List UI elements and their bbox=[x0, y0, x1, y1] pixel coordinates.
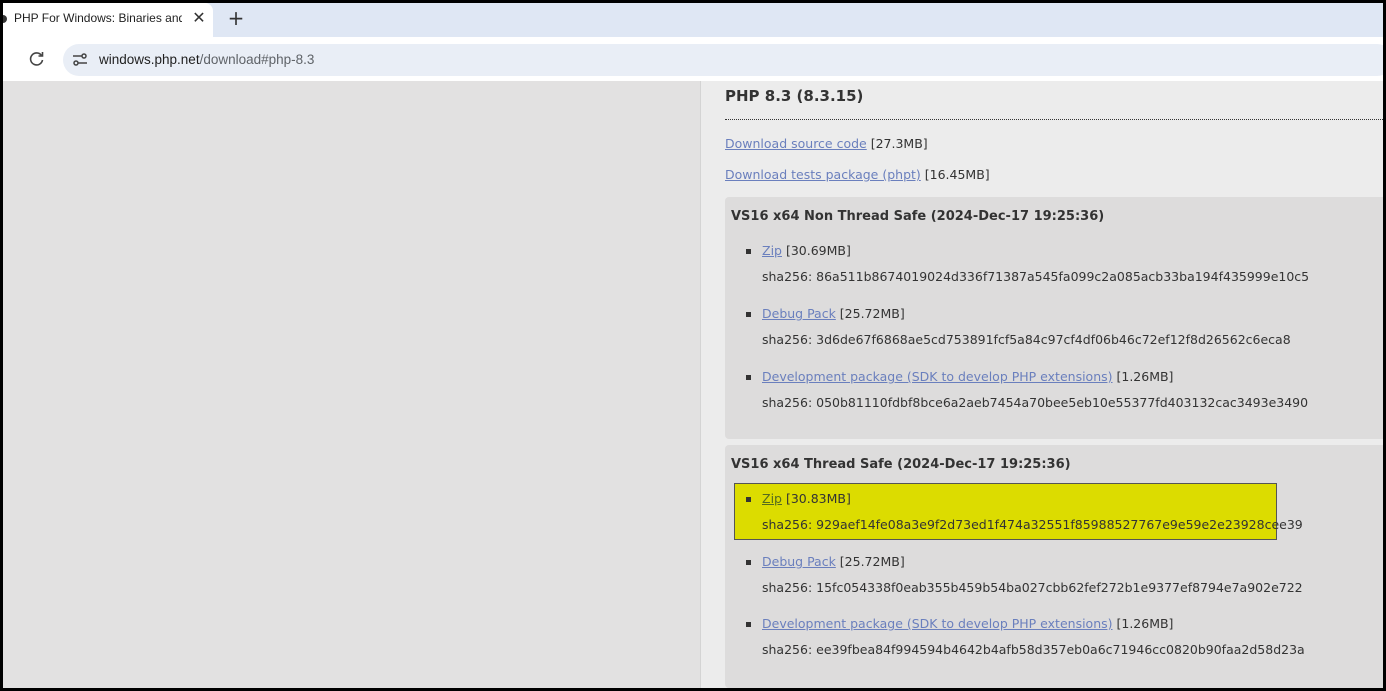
left-sidebar-area bbox=[3, 81, 701, 688]
forward-icon[interactable]: ▸ bbox=[3, 51, 7, 65]
dev-package-link[interactable]: Development package (SDK to develop PHP … bbox=[762, 369, 1113, 384]
build-ts-panel: VS16 x64 Thread Safe (2024-Dec-17 19:25:… bbox=[725, 445, 1383, 688]
download-source-link[interactable]: Download source code bbox=[725, 136, 867, 151]
file-size: [25.72MB] bbox=[835, 554, 905, 569]
tab-title: PHP For Windows: Binaries and bbox=[14, 11, 182, 25]
sha256-hash: sha256: ee39fbea84f994594b4642b4afb58d35… bbox=[762, 642, 1305, 657]
favicon-icon bbox=[3, 15, 7, 23]
sha256-hash: sha256: 15fc054338f0eab355b459b54ba027cb… bbox=[762, 580, 1303, 595]
dev-package-link[interactable]: Development package (SDK to develop PHP … bbox=[762, 616, 1113, 631]
tab-strip: PHP For Windows: Binaries and ✕ + bbox=[3, 3, 1383, 37]
download-content: PHP 8.3 (8.3.15) Download source code [2… bbox=[725, 81, 1383, 688]
file-size: [30.69MB] bbox=[781, 243, 851, 258]
download-tests-link[interactable]: Download tests package (phpt) bbox=[725, 167, 921, 182]
sha256-hash: sha256: 86a511b8674019024d336f71387a545f… bbox=[762, 269, 1310, 284]
url-text[interactable]: windows.php.net/download#php-8.3 bbox=[99, 52, 314, 67]
sha256-hash: sha256: 050b81110fdbf8bce6a2aeb7454a70be… bbox=[762, 395, 1309, 410]
url-domain: windows.php.net bbox=[99, 52, 200, 67]
reload-icon[interactable] bbox=[27, 49, 47, 69]
url-path: /download#php-8.3 bbox=[199, 52, 315, 67]
new-tab-button[interactable]: + bbox=[225, 7, 247, 29]
zip-link[interactable]: Zip bbox=[762, 243, 782, 258]
close-tab-icon[interactable]: ✕ bbox=[191, 9, 207, 27]
bullet bbox=[746, 249, 751, 254]
zip-link[interactable]: Zip bbox=[762, 491, 782, 506]
bullet bbox=[746, 312, 751, 317]
build-title: VS16 x64 Thread Safe (2024-Dec-17 19:25:… bbox=[731, 457, 1071, 472]
bullet bbox=[746, 375, 751, 380]
debug-pack-link[interactable]: Debug Pack bbox=[762, 306, 836, 321]
file-size: [25.72MB] bbox=[835, 306, 905, 321]
sha256-hash: sha256: 3d6de67f6868ae5cd753891fcf5a84c9… bbox=[762, 332, 1291, 347]
bullet bbox=[746, 622, 751, 627]
tests-size: [16.45MB] bbox=[920, 167, 990, 182]
debug-pack-link[interactable]: Debug Pack bbox=[762, 554, 836, 569]
tab-php-windows[interactable]: PHP For Windows: Binaries and ✕ bbox=[3, 3, 213, 37]
source-size: [27.3MB] bbox=[866, 136, 928, 151]
address-bar[interactable]: windows.php.net/download#php-8.3 bbox=[63, 44, 1383, 76]
tests-download-row: Download tests package (phpt) [16.45MB] bbox=[725, 167, 990, 182]
sha256-hash: sha256: 929aef14fe08a3e9f2d73ed1f474a325… bbox=[762, 517, 1303, 532]
page-viewport: PHP 8.3 (8.3.15) Download source code [2… bbox=[3, 81, 1383, 688]
build-title: VS16 x64 Non Thread Safe (2024-Dec-17 19… bbox=[731, 209, 1105, 224]
heading-divider bbox=[725, 119, 1383, 120]
browser-window: PHP For Windows: Binaries and ✕ + ▸ wind… bbox=[3, 3, 1383, 688]
source-download-row: Download source code [27.3MB] bbox=[725, 136, 928, 151]
browser-toolbar: ▸ windows.php.net/download#php-8.3 bbox=[3, 37, 1383, 81]
site-info-icon[interactable] bbox=[71, 51, 89, 69]
file-size: [1.26MB] bbox=[1112, 616, 1174, 631]
file-size: [30.83MB] bbox=[781, 491, 851, 506]
bullet bbox=[746, 497, 751, 502]
bullet bbox=[746, 560, 751, 565]
version-heading: PHP 8.3 (8.3.15) bbox=[725, 87, 864, 105]
build-nts-panel: VS16 x64 Non Thread Safe (2024-Dec-17 19… bbox=[725, 197, 1383, 439]
file-size: [1.26MB] bbox=[1112, 369, 1174, 384]
